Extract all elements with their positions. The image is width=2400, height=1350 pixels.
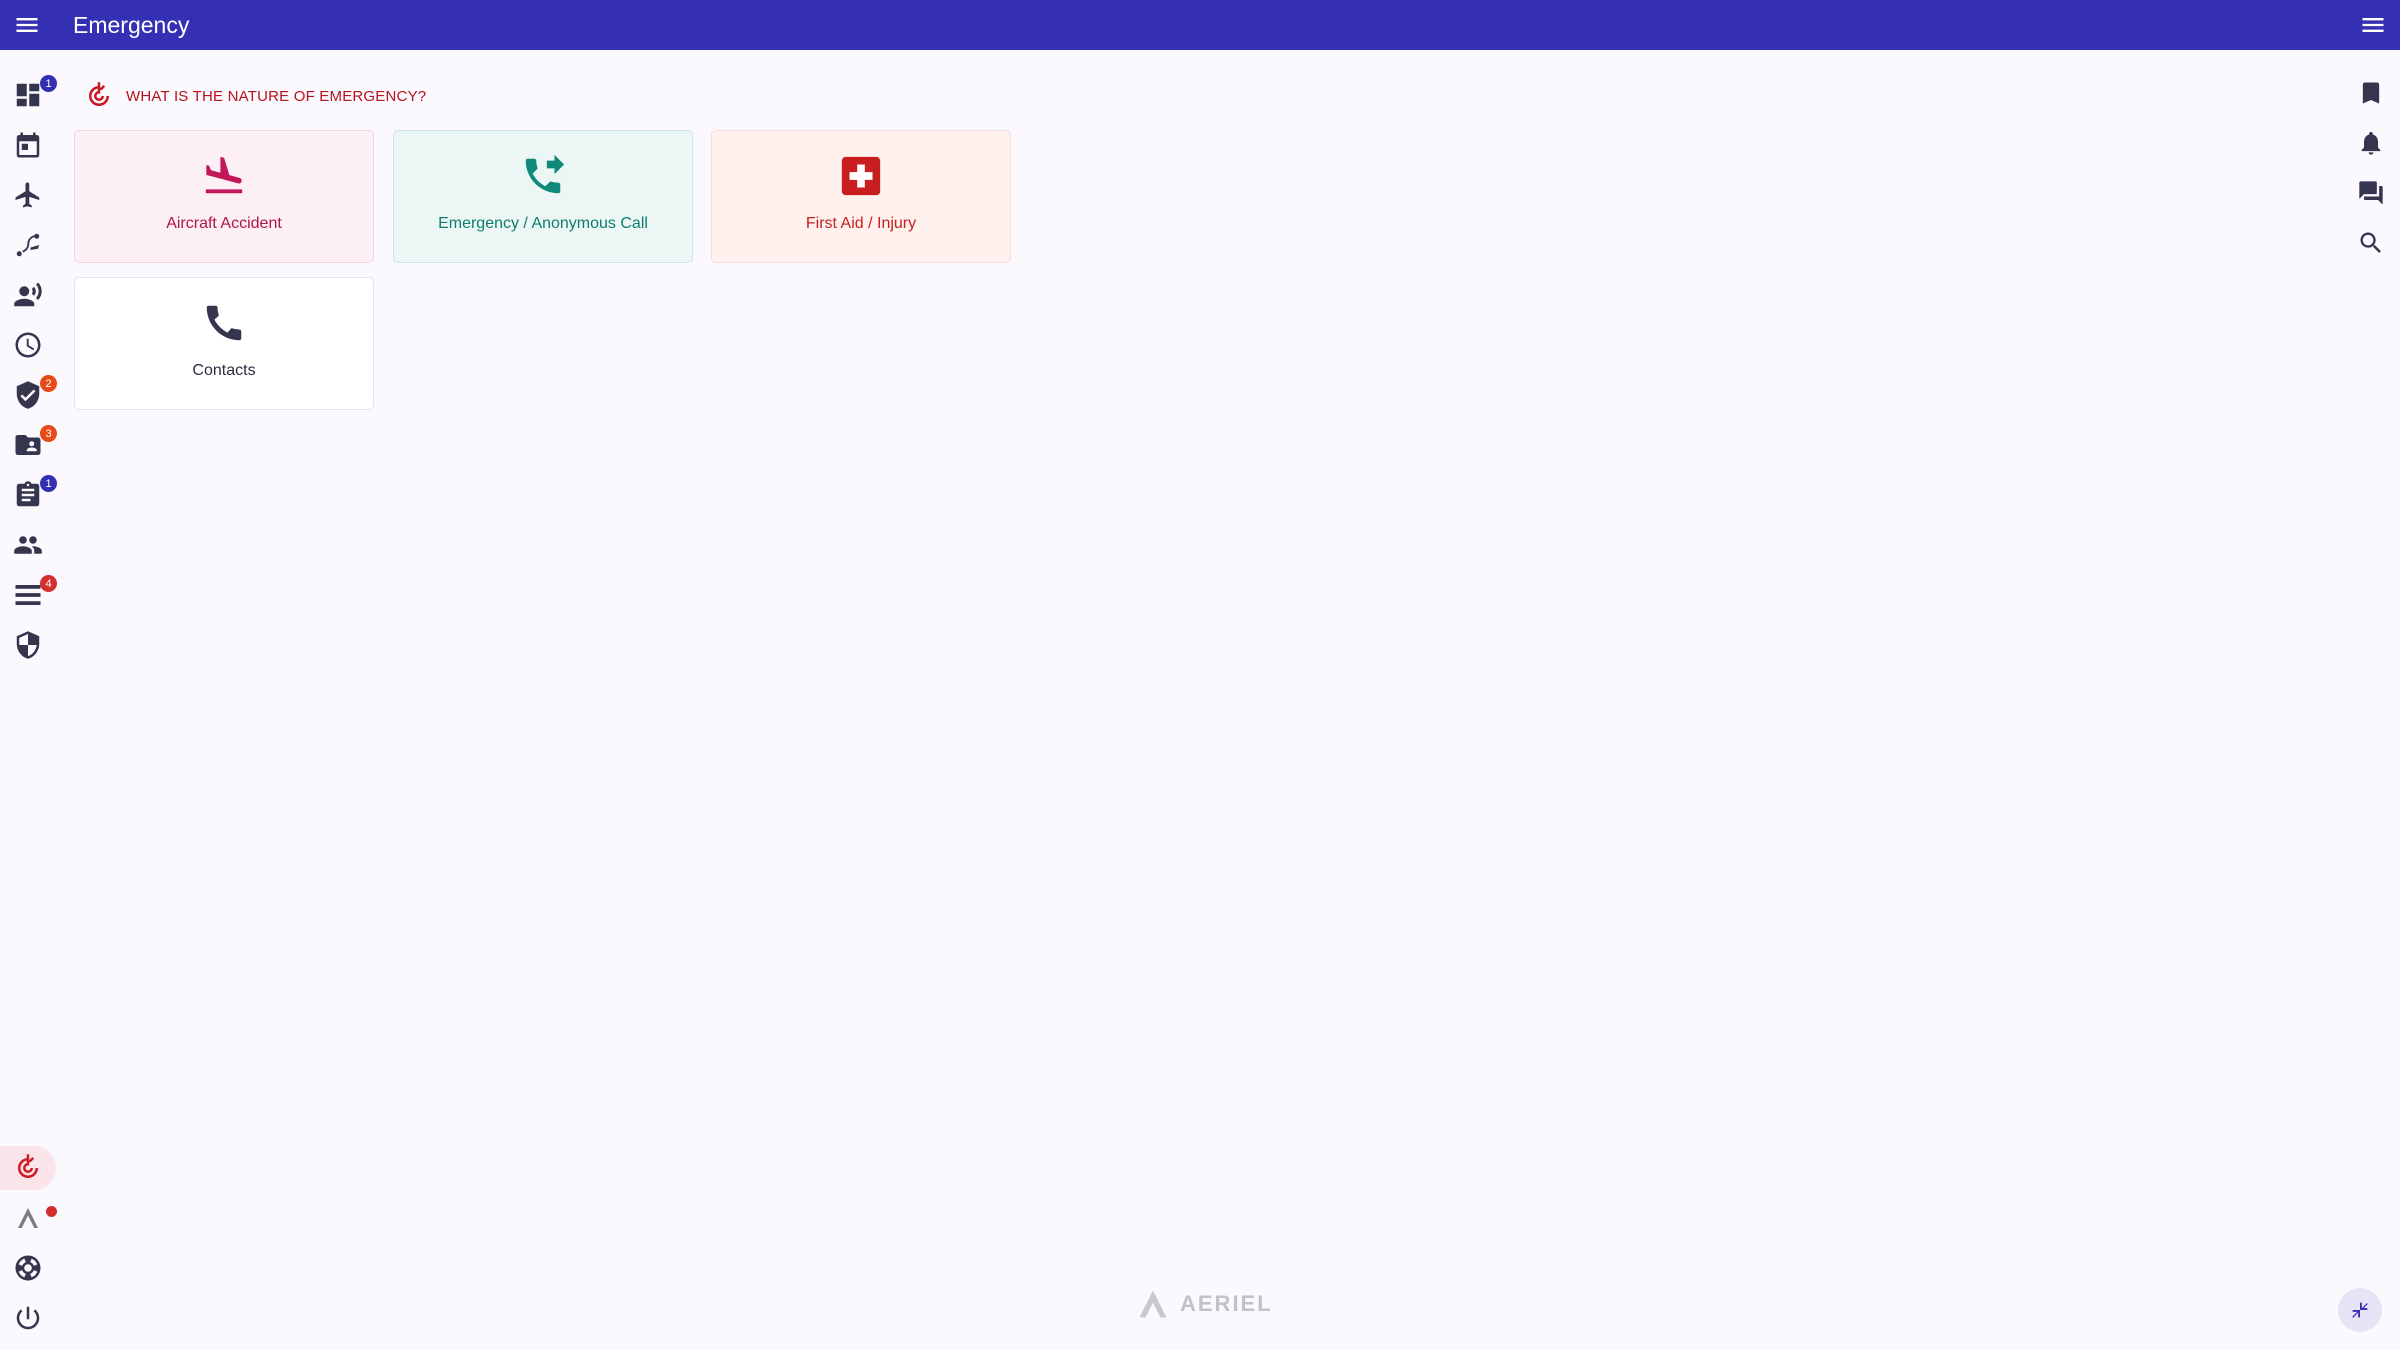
aeriel-icon	[18, 1208, 38, 1228]
nav-calendar[interactable]	[6, 123, 50, 167]
nav-lists[interactable]: 4	[6, 573, 57, 617]
nav-announcements[interactable]	[6, 273, 50, 317]
folder-shared-icon	[15, 435, 41, 455]
emergency-question: WHAT IS THE NATURE OF EMERGENCY?	[84, 80, 426, 112]
emergency-icon	[18, 1154, 38, 1178]
airplane-icon	[15, 182, 40, 208]
nav-aeriel[interactable]	[6, 1196, 57, 1240]
question-text: WHAT IS THE NATURE OF EMERGENCY?	[126, 87, 427, 105]
nav-routes[interactable]	[6, 223, 50, 267]
people-icon	[14, 536, 42, 554]
logo-text: AERIEL	[1180, 1291, 1273, 1316]
nav-logout[interactable]	[6, 1296, 50, 1340]
nav-verification[interactable]: 2	[6, 373, 57, 417]
flight-route-icon	[16, 233, 40, 257]
card-label: First Aid / Injury	[805, 215, 917, 232]
phone-icon	[206, 305, 242, 341]
page-title: Emergency	[73, 12, 190, 38]
announcement-person-icon	[14, 282, 42, 307]
list-icon	[15, 585, 41, 605]
badge-count: 1	[40, 75, 57, 92]
nav-security[interactable]	[6, 623, 50, 667]
security-shield-icon	[16, 631, 40, 659]
nav-emergency[interactable]	[0, 1146, 56, 1190]
collapse-arrows-icon	[2352, 1302, 2368, 1318]
nav-dashboard[interactable]: 1	[6, 73, 57, 117]
first-aid-card[interactable]: First Aid / Injury	[711, 130, 1011, 263]
clock-icon	[15, 332, 41, 358]
emergency-icon	[89, 82, 109, 106]
contacts-card[interactable]: Contacts	[74, 277, 374, 410]
badge-count: 2	[40, 375, 57, 392]
bookmark-icon[interactable]	[2352, 74, 2390, 112]
nav-people[interactable]	[6, 523, 50, 567]
badge-count: 3	[40, 425, 57, 442]
menu-icon[interactable]	[11, 9, 43, 41]
bell-icon[interactable]	[2352, 124, 2390, 162]
aircraft-accident-card[interactable]: Aircraft Accident	[74, 130, 374, 263]
nav-flights[interactable]	[6, 173, 50, 217]
phone-forwarded-icon	[525, 154, 565, 194]
power-icon	[16, 1306, 40, 1330]
nav-reports[interactable]: 1	[6, 473, 57, 517]
clipboard-icon	[16, 481, 40, 507]
top-app-bar: Emergency	[0, 0, 2400, 50]
badge-count: 1	[40, 475, 57, 492]
first-aid-icon	[841, 156, 881, 196]
search-icon[interactable]	[2352, 224, 2390, 262]
support-lifebuoy-icon	[15, 1255, 41, 1281]
chat-icon[interactable]	[2352, 174, 2390, 212]
card-label: Aircraft Accident	[166, 215, 282, 232]
left-nav-rail: 1 2 3 1 4	[0, 50, 58, 1350]
nav-shared-folder[interactable]: 3	[6, 423, 57, 467]
calendar-icon	[16, 132, 40, 158]
nav-history[interactable]	[6, 323, 50, 367]
notification-dot	[46, 1206, 57, 1217]
anonymous-call-card[interactable]: Emergency / Anonymous Call	[393, 130, 693, 263]
card-label: Emergency / Anonymous Call	[438, 215, 648, 232]
card-label: Contacts	[192, 362, 256, 379]
right-menu-icon[interactable]	[2357, 9, 2389, 41]
badge-count: 4	[40, 575, 57, 592]
collapse-button[interactable]	[2338, 1288, 2382, 1332]
flight-land-icon	[205, 156, 243, 194]
nav-support[interactable]	[6, 1246, 50, 1290]
dashboard-icon	[16, 83, 40, 107]
verified-shield-icon	[16, 381, 40, 409]
aeriel-logo: AERIEL	[1134, 1286, 1273, 1322]
aeriel-logo-icon	[1139, 1290, 1167, 1318]
